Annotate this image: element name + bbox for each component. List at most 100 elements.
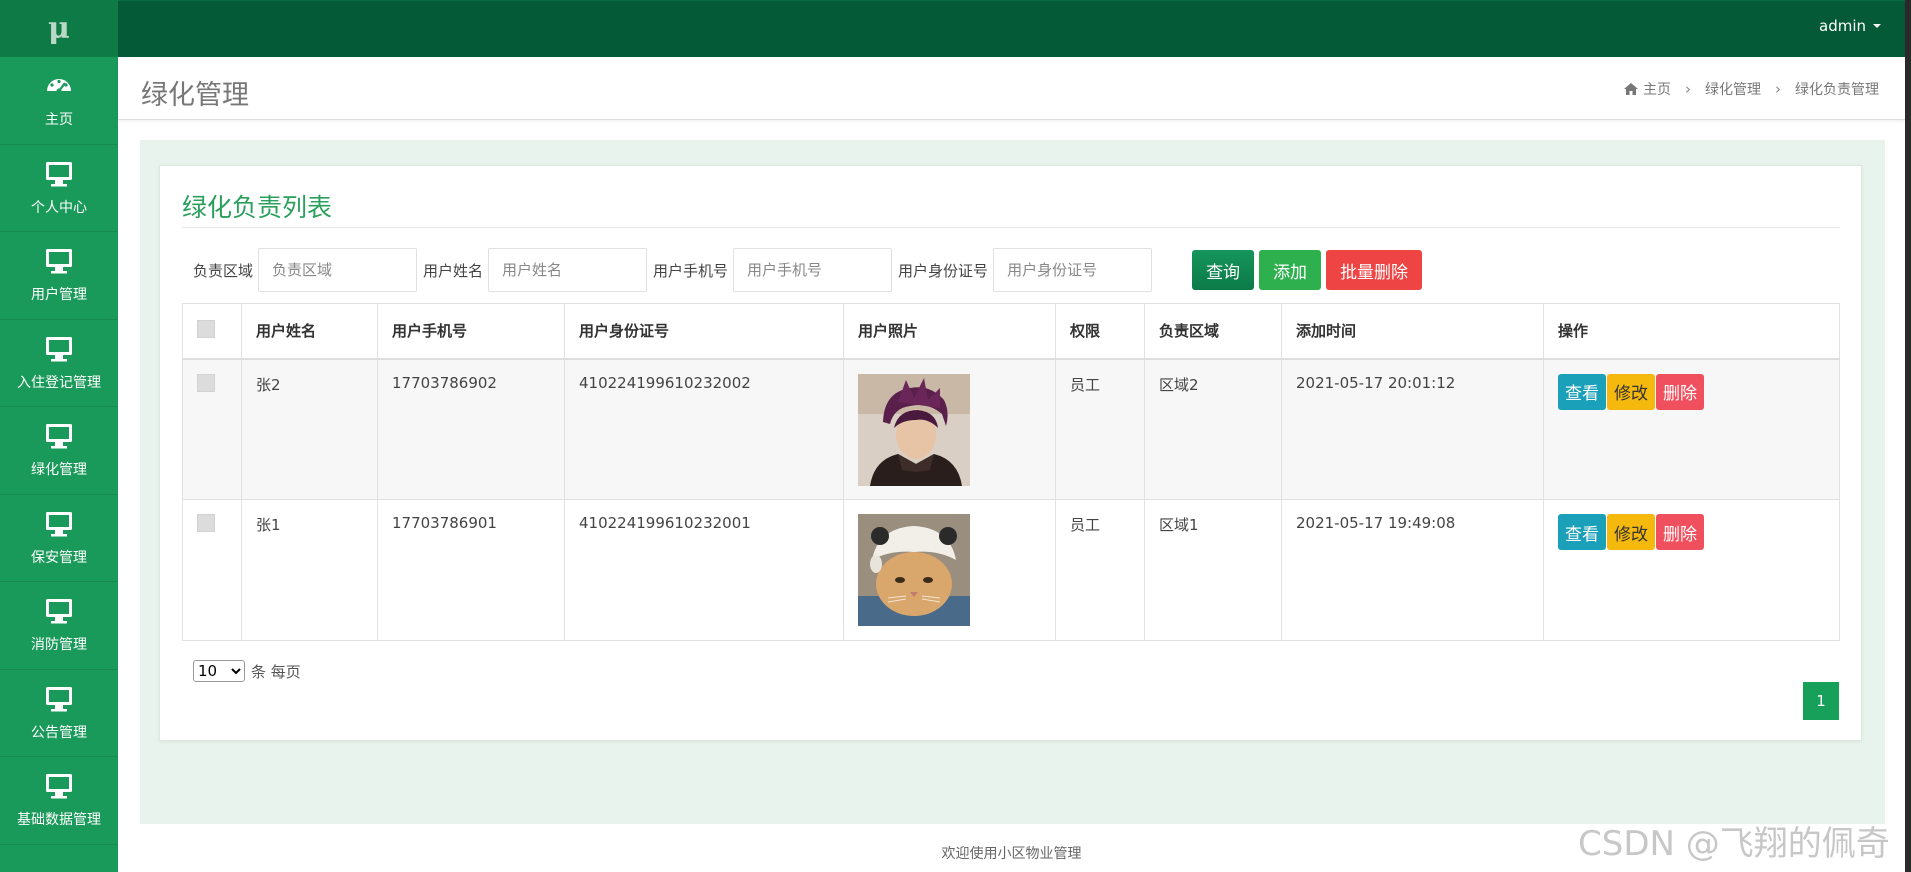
monitor-icon [46, 336, 72, 362]
sidebar-item-notice-management[interactable]: 公告管理 [0, 670, 118, 757]
add-button[interactable]: 添加 [1259, 250, 1322, 290]
cell-actions: 查看 修改 删除 [1543, 499, 1840, 641]
cell-photo [843, 499, 1056, 641]
username: admin [1819, 17, 1866, 35]
monitor-icon [46, 511, 72, 537]
delete-button[interactable]: 删除 [1656, 373, 1704, 410]
sidebar-item-label: 基础数据管理 [17, 812, 101, 829]
sidebar-item-personal-center[interactable]: 个人中心 [0, 145, 118, 232]
col-header: 用户手机号 [377, 303, 565, 360]
select-all-checkbox[interactable] [197, 319, 215, 338]
cell-role: 员工 [1055, 358, 1145, 500]
idcard-label: 用户身份证号 [898, 261, 989, 280]
cell-phone: 17703786901 [377, 499, 565, 641]
view-button[interactable]: 查看 [1558, 373, 1606, 410]
sidebar-item-home[interactable]: 主页 [0, 57, 118, 145]
area-input[interactable] [258, 248, 418, 292]
breadcrumb-home[interactable]: 主页 [1624, 79, 1671, 99]
user-photo [858, 514, 970, 626]
edit-button[interactable]: 修改 [1607, 514, 1655, 550]
page-title: 绿化管理 [141, 80, 249, 111]
sidebar-item-label: 保安管理 [31, 549, 87, 566]
delete-button[interactable]: 删除 [1656, 514, 1704, 550]
monitor-icon [46, 161, 72, 187]
edit-button[interactable]: 修改 [1607, 373, 1655, 410]
sidebar-item-label: 入住登记管理 [17, 374, 101, 391]
sidebar-item-label: 主页 [45, 112, 73, 129]
cell-phone: 17703786902 [377, 358, 565, 500]
sidebar-item-fire-management[interactable]: 消防管理 [0, 582, 118, 670]
page-header: 绿化管理 主页 › 绿化管理 › 绿化负责管理 [118, 57, 1905, 120]
breadcrumb: 主页 › 绿化管理 › 绿化负责管理 [1624, 79, 1879, 99]
batch-delete-button[interactable]: 批量删除 [1326, 250, 1423, 290]
home-icon [1624, 83, 1638, 95]
col-header: 用户照片 [843, 303, 1056, 360]
row-select-cell [182, 358, 242, 500]
select-all-cell [182, 303, 242, 360]
phone-label: 用户手机号 [653, 261, 729, 280]
idcard-input[interactable] [993, 248, 1153, 292]
col-header: 操作 [1543, 303, 1840, 360]
phone-input[interactable] [733, 248, 893, 292]
monitor-icon [46, 599, 72, 624]
watermark: CSDN @飞翔的佩奇 [1578, 824, 1890, 864]
sidebar-item-security-management[interactable]: 保安管理 [0, 495, 118, 582]
cell-id-card: 410224199610232002 [564, 358, 844, 500]
col-header: 负责区域 [1144, 303, 1282, 360]
sidebar-item-basic-data-management[interactable]: 基础数据管理 [0, 757, 118, 845]
dashboard-icon [47, 79, 71, 94]
sidebar-item-greening-management[interactable]: 绿化管理 [0, 407, 118, 495]
table-row: 张1 17703786901 410224199610232001 员工 区域1… [182, 499, 1840, 641]
window-scrollbar[interactable] [1905, 0, 1911, 872]
breadcrumb-greening[interactable]: 绿化管理 [1705, 79, 1761, 99]
cell-role: 员工 [1055, 499, 1145, 641]
query-button[interactable]: 查询 [1192, 250, 1255, 290]
list-card: 绿化负责列表 负责区域 用户姓名 用户手机号 用户身份证号 查询 添加 批量删除… [159, 165, 1862, 741]
sidebar-item-label: 个人中心 [31, 199, 87, 216]
sidebar-item-label: 公告管理 [31, 724, 87, 741]
top-navbar: admin [118, 0, 1911, 57]
sidebar-item-label: 绿化管理 [31, 462, 87, 479]
cell-actions: 查看 修改 删除 [1543, 358, 1840, 500]
sidebar-item-label: 消防管理 [31, 637, 87, 654]
cell-name: 张1 [241, 499, 378, 641]
row-select-cell [182, 499, 242, 641]
breadcrumb-home-label: 主页 [1643, 82, 1671, 98]
monitor-icon [46, 686, 72, 712]
page-size-control: 10 条 每页 [193, 660, 301, 682]
cell-area: 区域1 [1144, 499, 1282, 641]
view-button[interactable]: 查看 [1558, 514, 1606, 550]
user-menu[interactable]: admin [1819, 17, 1881, 35]
monitor-icon [46, 774, 72, 799]
username-input[interactable] [488, 248, 648, 292]
search-form: 负责区域 用户姓名 用户手机号 用户身份证号 查询 添加 批量删除 [193, 248, 1427, 292]
cell-time: 2021-05-17 20:01:12 [1281, 358, 1544, 500]
cell-photo [843, 358, 1056, 500]
row-checkbox[interactable] [197, 514, 215, 532]
sidebar: μ 主页 个人中心 用户管理 入住登记管理 绿化管理 保安管理 消防管理 公告管… [0, 0, 118, 872]
col-header: 用户姓名 [241, 303, 378, 360]
col-header: 添加时间 [1281, 303, 1544, 360]
breadcrumb-current: 绿化负责管理 [1795, 82, 1879, 98]
cell-area: 区域2 [1144, 358, 1282, 500]
caret-down-icon [1873, 24, 1881, 28]
area-label: 负责区域 [193, 261, 254, 280]
chevron-right-icon: › [1775, 80, 1781, 98]
col-header: 用户身份证号 [564, 303, 844, 360]
username-label: 用户姓名 [423, 261, 484, 280]
monitor-icon [46, 424, 72, 449]
cell-name: 张2 [241, 358, 378, 500]
col-header: 权限 [1055, 303, 1145, 360]
cell-time: 2021-05-17 19:49:08 [1281, 499, 1544, 641]
user-photo [858, 373, 970, 486]
page-size-select[interactable]: 10 [193, 660, 245, 682]
cell-id-card: 410224199610232001 [564, 499, 844, 641]
divider [182, 227, 1840, 228]
sidebar-item-user-management[interactable]: 用户管理 [0, 232, 118, 320]
page-button-1[interactable]: 1 [1803, 682, 1839, 720]
table-row: 张2 17703786902 410224199610232002 员工 区域2… [182, 358, 1840, 500]
chevron-right-icon: › [1685, 80, 1691, 98]
sidebar-item-checkin-management[interactable]: 入住登记管理 [0, 320, 118, 407]
row-checkbox[interactable] [197, 373, 215, 392]
data-table: 用户姓名 用户手机号 用户身份证号 用户照片 权限 负责区域 添加时间 操作 张… [182, 303, 1840, 641]
